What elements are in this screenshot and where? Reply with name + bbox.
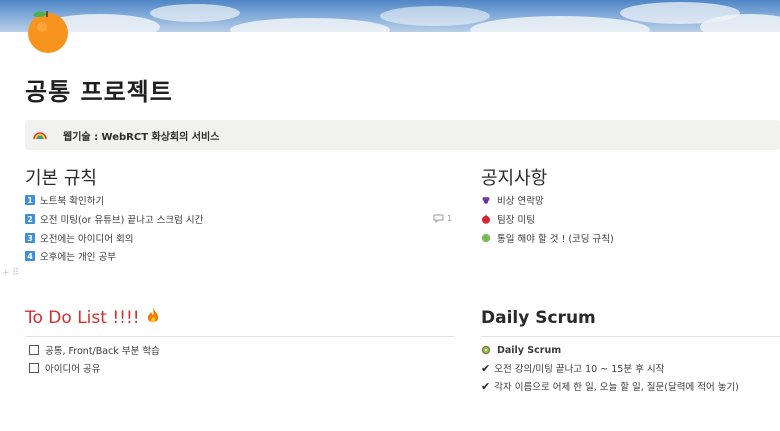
grape-icon [482, 197, 490, 204]
keycap-number-icon: 4 [25, 251, 35, 261]
list-item[interactable]: 비상 연락망 [481, 193, 544, 207]
list-item[interactable]: ✔ 오전 강의/미팅 끝나고 10 ~ 15분 후 시작 [481, 361, 665, 376]
list-item[interactable]: 통일 해야 할 것 ! (코딩 규칙) [481, 231, 614, 245]
list-item[interactable]: 팀장 미팅 [481, 212, 535, 226]
check-icon: ✔ [481, 379, 491, 393]
todo-item-text: 아이디어 공유 [45, 364, 101, 375]
keycap-number-icon: 2 [25, 214, 35, 224]
basic-rules-heading[interactable]: 기본 규칙 [25, 164, 97, 190]
list-item-text: Daily Scrum [497, 344, 562, 356]
list-item-text: 각자 이름으로 어제 한 일, 오늘 할 일, 질문(달력에 적어 놓기) [494, 382, 739, 393]
check-icon: ✔ [481, 361, 491, 375]
keycap-number-icon: 3 [25, 233, 35, 243]
melon-icon [481, 233, 491, 243]
orange-emoji-icon[interactable] [25, 8, 71, 54]
cover-image [0, 0, 780, 32]
page-title[interactable]: 공통 프로젝트 [25, 72, 173, 107]
callout-text: 웹기술 : WebRCT 화상회의 서비스 [63, 131, 220, 143]
keycap-number-icon: 1 [25, 195, 35, 205]
list-item-text: 오전 미팅(or 유튜브) 끝나고 스크럼 시간 [40, 215, 204, 226]
list-item[interactable]: Daily Scrum [481, 343, 561, 357]
list-item-text: 팀장 미팅 [497, 215, 535, 226]
list-item-text: 노트북 확인하기 [40, 196, 105, 207]
rainbow-icon [33, 132, 47, 140]
list-item[interactable]: ✔ 각자 이름으로 어제 한 일, 오늘 할 일, 질문(달력에 적어 놓기) [481, 379, 739, 394]
block-drag-handle[interactable]: + ⠿ [2, 268, 19, 278]
todo-item[interactable]: 공통, Front/Back 부분 학습 [29, 343, 160, 357]
list-item[interactable]: 1 노트북 확인하기 [25, 193, 104, 207]
kiwi-icon [481, 345, 491, 355]
todo-heading-text: To Do List !!!! [25, 308, 140, 328]
list-item-text: 비상 연락망 [497, 196, 544, 207]
comment-count: 1 [447, 214, 453, 223]
divider [25, 336, 455, 337]
todo-item[interactable]: 아이디어 공유 [29, 361, 100, 375]
list-item-text: 오전에는 아이디어 회의 [40, 234, 134, 245]
list-item-text: 오전 강의/미팅 끝나고 10 ~ 15분 후 시작 [494, 364, 665, 375]
checkbox[interactable] [29, 363, 39, 373]
apple-icon [482, 214, 490, 224]
list-item-text: 오후에는 개인 공부 [40, 252, 116, 263]
todo-item-text: 공통, Front/Back 부분 학습 [45, 346, 160, 357]
callout-block[interactable]: 웹기술 : WebRCT 화상회의 서비스 [25, 120, 780, 150]
comment-icon [433, 214, 444, 223]
notices-heading[interactable]: 공지사항 [481, 164, 547, 190]
divider [481, 336, 780, 337]
comment-indicator[interactable]: 1 [433, 214, 452, 223]
list-item[interactable]: 4 오후에는 개인 공부 [25, 249, 116, 263]
checkbox[interactable] [29, 345, 39, 355]
fire-icon [147, 308, 159, 323]
list-item[interactable]: 3 오전에는 아이디어 회의 [25, 231, 133, 245]
todo-heading[interactable]: To Do List !!!! [25, 307, 161, 328]
scrum-heading[interactable]: Daily Scrum [481, 308, 596, 328]
list-item-text: 통일 해야 할 것 ! (코딩 규칙) [497, 234, 614, 245]
list-item[interactable]: 2 오전 미팅(or 유튜브) 끝나고 스크럼 시간 [25, 212, 203, 226]
